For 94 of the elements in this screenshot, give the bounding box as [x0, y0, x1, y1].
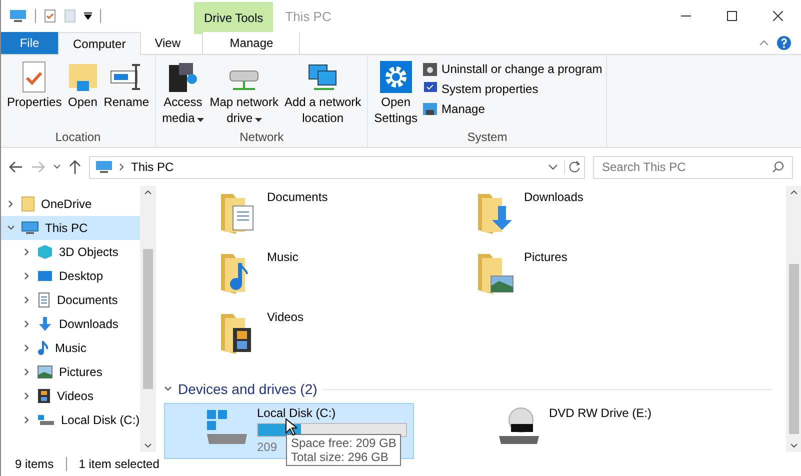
collapsed-chevron-icon: [23, 344, 31, 352]
collapsed-chevron-icon: [23, 416, 31, 424]
ribbon-button[interactable]: Map network drive: [208, 59, 280, 130]
group-header[interactable]: Devices and drives (2): [178, 381, 318, 397]
picture-icon: [37, 365, 53, 379]
folder-item[interactable]: Music: [219, 250, 476, 310]
computer-icon: [9, 9, 27, 23]
help-icon: [777, 36, 791, 50]
dropdown-chevron-icon: [548, 164, 558, 170]
ribbon-button[interactable]: Rename: [102, 59, 152, 130]
desktop-icon: [37, 269, 53, 283]
up-button[interactable]: [69, 160, 81, 174]
group-label: System: [466, 130, 508, 144]
scrollbar[interactable]: [786, 186, 801, 452]
ribbon-tab[interactable]: File: [1, 32, 58, 54]
tree-item[interactable]: Desktop: [1, 264, 140, 288]
tree-item[interactable]: 3D Objects: [1, 240, 140, 264]
media-server-icon: [166, 61, 199, 93]
collapsed-chevron-icon: [23, 296, 31, 304]
folder-icon: [21, 196, 35, 212]
computer-management-icon: [422, 101, 438, 117]
collapsed-chevron-icon: [23, 392, 31, 400]
collapsed-chevron-icon: [23, 248, 31, 256]
ribbon-button[interactable]: Open: [66, 59, 100, 130]
free-space-text: 209: [257, 440, 278, 454]
recent-locations-button[interactable]: [53, 164, 61, 170]
collapsed-chevron-icon: [23, 368, 31, 376]
ribbon-button[interactable]: Add a network location: [282, 59, 364, 130]
breadcrumb[interactable]: This PC: [131, 160, 174, 174]
ribbon-button[interactable]: Properties: [5, 59, 64, 130]
close-icon: [773, 11, 783, 21]
folder-item[interactable]: Videos: [219, 310, 476, 370]
scroll-down-icon: [144, 443, 152, 448]
group-label: Network: [238, 130, 285, 144]
mouse-cursor-icon: [285, 418, 297, 436]
folder-item[interactable]: Downloads: [476, 190, 733, 250]
expanded-chevron-icon: [7, 224, 15, 232]
film-icon: [37, 388, 51, 404]
rename-icon: [110, 61, 142, 93]
drive-icon: [37, 414, 55, 426]
tree-item[interactable]: This PC: [1, 216, 140, 240]
ribbon-button[interactable]: Access media: [160, 59, 206, 130]
tooltip: Space free: 209 GB Total size: 296 GB: [286, 434, 402, 466]
ribbon-tab[interactable]: Manage: [202, 32, 300, 54]
customize-dropdown-icon: [84, 12, 92, 20]
folder-item[interactable]: Documents: [219, 190, 476, 250]
ribbon-button[interactable]: Open Settings: [372, 59, 420, 130]
collapsed-chevron-icon: [7, 200, 15, 208]
group-label: Location: [54, 130, 102, 144]
properties-icon: [21, 61, 48, 93]
folder-item[interactable]: Pictures: [476, 250, 733, 310]
search-icon: [772, 161, 784, 173]
context-tab-label: Drive Tools: [194, 2, 274, 34]
collapsed-chevron-icon: [23, 272, 31, 280]
download-arrow-icon: [37, 316, 53, 332]
settings-icon: [380, 61, 412, 93]
scroll-up-icon: [144, 190, 152, 195]
back-button[interactable]: [9, 161, 23, 173]
search-field[interactable]: Search This PC: [593, 156, 793, 178]
scrollbar[interactable]: [140, 186, 155, 452]
cube-icon: [37, 244, 53, 260]
ribbon-small-button[interactable]: Manage: [422, 101, 602, 117]
program-icon: [422, 61, 438, 77]
collapse-caret-icon: [759, 40, 769, 46]
tree-item[interactable]: OneDrive: [1, 192, 140, 216]
item-count: 9 items: [15, 457, 54, 471]
selection-count: 1 item selected: [78, 457, 160, 471]
computer-icon: [95, 160, 113, 174]
computer-icon: [21, 221, 39, 235]
tree-item[interactable]: Local Disk (C:): [1, 408, 140, 432]
chevron-icon: [119, 163, 125, 171]
document-icon: [37, 292, 51, 308]
tree-item[interactable]: Videos: [1, 384, 140, 408]
ribbon-tab[interactable]: Computer: [58, 32, 141, 55]
ribbon-small-button[interactable]: System properties: [422, 81, 602, 97]
drive-name: Local Disk (C:): [257, 406, 337, 420]
drive-name: DVD RW Drive (E:): [549, 406, 652, 420]
scroll-up-icon: [790, 190, 798, 195]
scroll-down-icon: [790, 443, 798, 448]
window-title: This PC: [284, 8, 332, 26]
tree-item[interactable]: Music: [1, 336, 140, 360]
tree-item[interactable]: Documents: [1, 288, 140, 312]
tree-item[interactable]: Downloads: [1, 312, 140, 336]
new-folder-icon: [64, 9, 76, 23]
maximize-icon: [727, 11, 737, 21]
drive-item[interactable]: DVD RW Drive (E:): [456, 403, 706, 459]
properties-icon: [44, 9, 56, 23]
tree-item[interactable]: Pictures: [1, 360, 140, 384]
ribbon-small-button[interactable]: Uninstall or change a program: [422, 61, 602, 77]
folder-icon: [68, 61, 98, 93]
collapsed-chevron-icon: [23, 320, 31, 328]
dvd-drive-icon: [497, 406, 541, 446]
music-note-icon: [37, 340, 49, 356]
address-bar[interactable]: This PC: [89, 156, 585, 178]
